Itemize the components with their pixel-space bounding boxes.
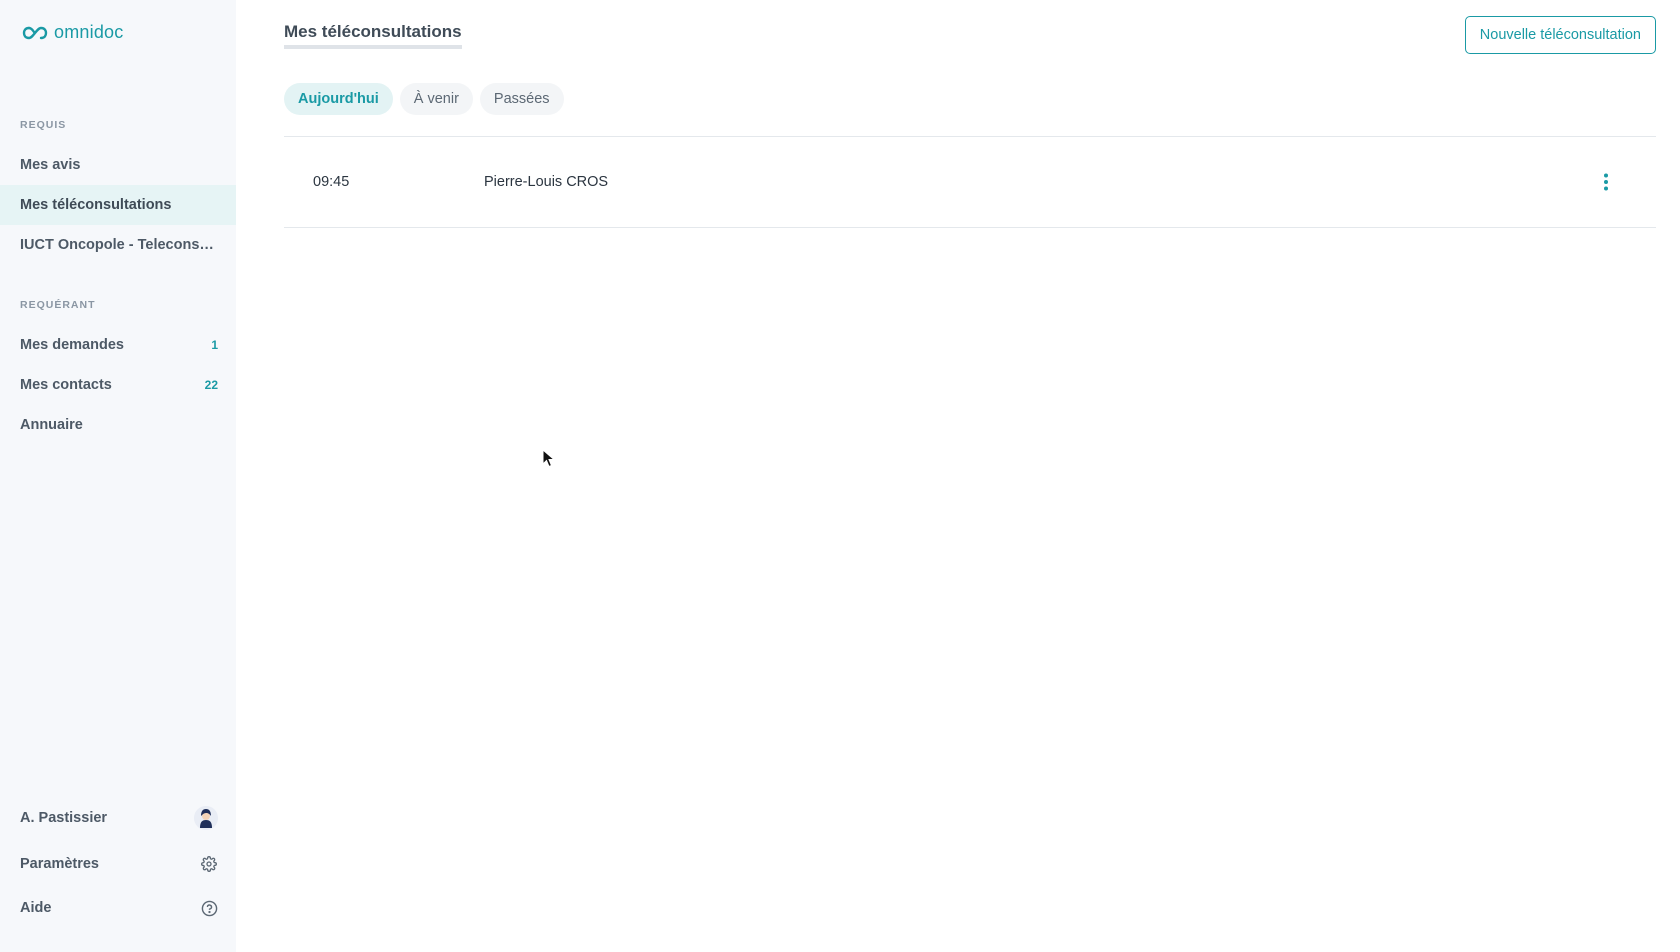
omnidoc-logo-icon bbox=[22, 26, 48, 39]
avatar bbox=[194, 806, 218, 830]
sidebar-item-mes-demandes[interactable]: Mes demandes 1 bbox=[0, 325, 236, 365]
gear-icon bbox=[200, 855, 218, 873]
avatar-illustration bbox=[194, 806, 218, 830]
sidebar-item-iuct-oncopole[interactable]: IUCT Oncopole - Teleconsult... bbox=[0, 225, 236, 265]
sidebar-item-label: Mes avis bbox=[20, 157, 81, 173]
mouse-cursor-icon bbox=[542, 449, 556, 468]
page-title: Mes téléconsultations bbox=[284, 22, 462, 49]
count-badge: 1 bbox=[211, 338, 218, 352]
sidebar-item-mes-teleconsultations[interactable]: Mes téléconsultations bbox=[0, 185, 236, 225]
sidebar-item-aide[interactable]: Aide bbox=[0, 888, 236, 928]
sidebar-item-label: Paramètres bbox=[20, 856, 99, 872]
table-row[interactable]: 09:45 Pierre-Louis CROS bbox=[284, 137, 1656, 227]
sidebar-item-parametres[interactable]: Paramètres bbox=[0, 844, 236, 884]
app-root: omnidoc REQUIS Mes avis Mes téléconsulta… bbox=[0, 0, 1680, 952]
count-badge: 22 bbox=[204, 378, 218, 392]
sidebar-item-label: Annuaire bbox=[20, 417, 83, 433]
user-name: A. Pastissier bbox=[20, 810, 108, 826]
tab-passees[interactable]: Passées bbox=[479, 83, 564, 115]
sidebar-item-annuaire[interactable]: Annuaire bbox=[0, 405, 236, 445]
sidebar-item-mes-contacts[interactable]: Mes contacts 22 bbox=[0, 365, 236, 405]
tab-aujourdhui[interactable]: Aujourd'hui bbox=[284, 83, 393, 115]
main-content: Mes téléconsultations Nouvelle téléconsu… bbox=[236, 0, 1680, 952]
patient-name: Pierre-Louis CROS bbox=[484, 174, 609, 190]
sidebar-item-label: Mes demandes bbox=[20, 337, 124, 353]
sidebar: omnidoc REQUIS Mes avis Mes téléconsulta… bbox=[0, 0, 236, 952]
sidebar-item-label: IUCT Oncopole - Teleconsult... bbox=[20, 237, 218, 253]
section-label-requerant: REQUÉRANT bbox=[20, 299, 96, 311]
logo[interactable]: omnidoc bbox=[22, 22, 123, 43]
new-teleconsultation-button[interactable]: Nouvelle téléconsultation bbox=[1464, 16, 1656, 54]
sidebar-item-label: Mes téléconsultations bbox=[20, 197, 172, 213]
sidebar-item-label: Aide bbox=[20, 900, 52, 916]
sidebar-item-label: Mes contacts bbox=[20, 377, 112, 393]
sidebar-item-mes-avis[interactable]: Mes avis bbox=[0, 145, 236, 185]
question-circle-icon bbox=[200, 899, 218, 917]
section-label-requis: REQUIS bbox=[20, 119, 67, 131]
logo-text: omnidoc bbox=[54, 22, 124, 42]
more-vertical-icon[interactable] bbox=[1588, 164, 1624, 200]
divider bbox=[284, 227, 1656, 228]
user-profile-item[interactable]: A. Pastissier bbox=[0, 798, 236, 838]
consultation-time: 09:45 bbox=[313, 174, 350, 190]
tabs: Aujourd'hui À venir Passées bbox=[284, 83, 564, 115]
tab-a-venir[interactable]: À venir bbox=[399, 83, 473, 115]
